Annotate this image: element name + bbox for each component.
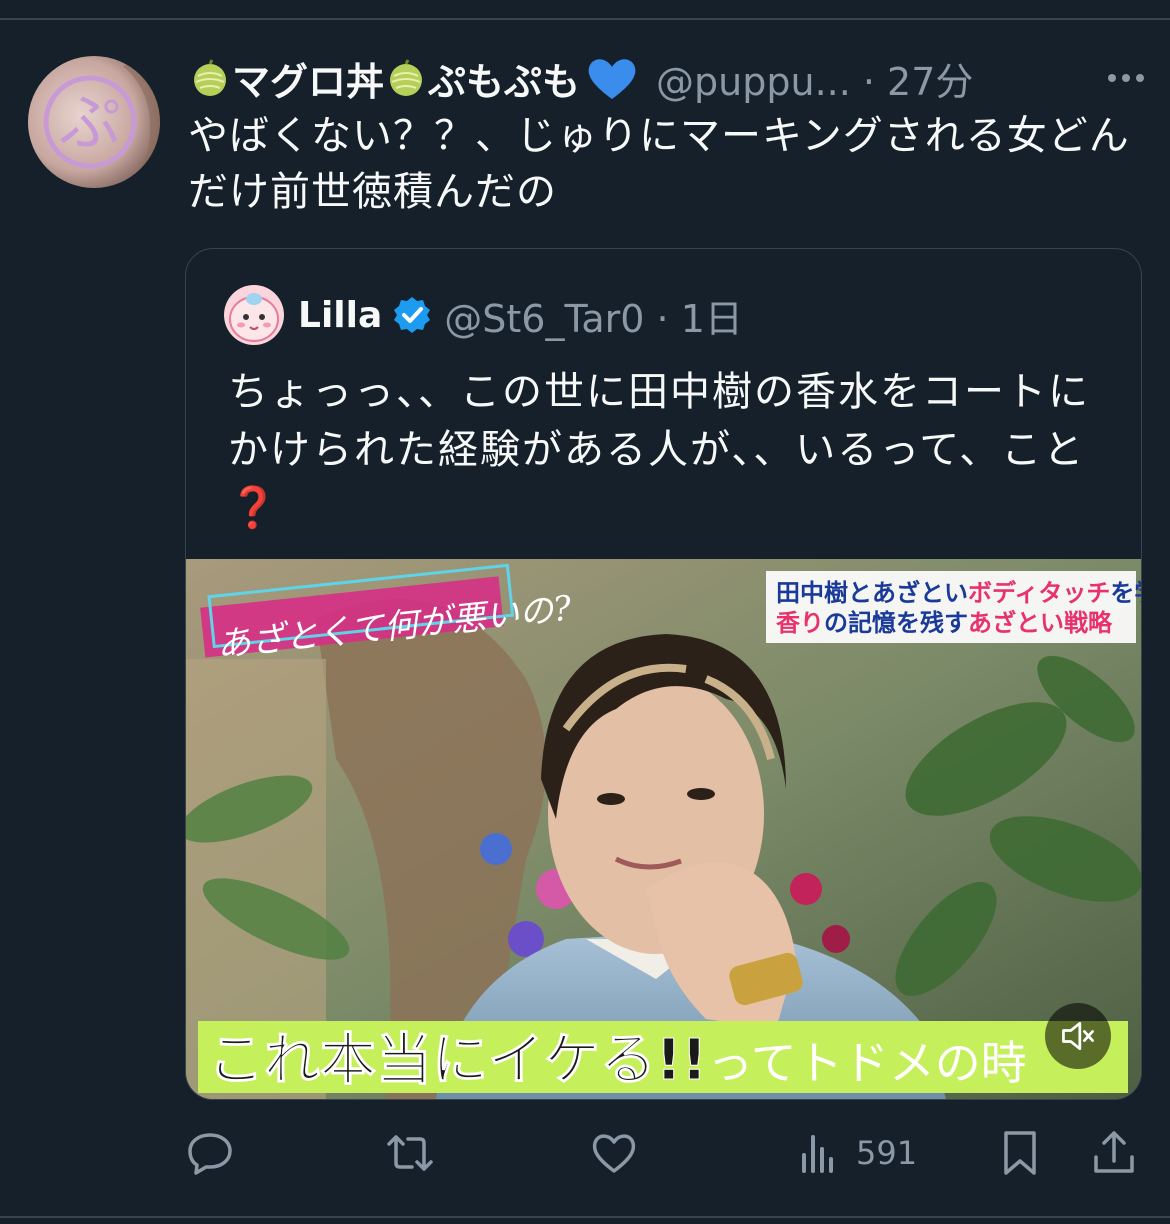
melon-icon <box>386 58 426 98</box>
quoted-video[interactable]: あざとくて何が悪いの? 田中樹とあざといボディタッチを学ぶ!! 香りの記憶を残す… <box>186 559 1141 1099</box>
muted-speaker-icon <box>1062 1021 1094 1051</box>
heart-icon <box>592 1134 636 1173</box>
quoted-header: Lilla @St6_Tar0 · 1日 <box>224 285 743 345</box>
quoted-handle-and-time[interactable]: @St6_Tar0 · 1日 <box>444 288 743 343</box>
more-options-icon[interactable] <box>1104 56 1148 100</box>
quoted-display-name[interactable]: Lilla <box>298 295 382 336</box>
tweet-text: やばくない？？、じゅりにマーキングされる女どんだけ前世徳積んだの <box>188 113 1130 215</box>
share-icon <box>1094 1131 1134 1173</box>
caption-text: とあざとい <box>848 579 968 607</box>
mute-button[interactable] <box>1045 1003 1111 1069</box>
top-divider <box>0 18 1170 20</box>
bottom-divider <box>0 1216 1170 1218</box>
handle-and-time[interactable]: @puppu... · 27分 <box>656 51 973 106</box>
tweet-actions: 591 <box>186 1122 1146 1186</box>
caption-highlight: 香り <box>776 609 824 637</box>
bookmark-button[interactable] <box>996 1128 1044 1178</box>
reply-icon <box>188 1133 232 1175</box>
verified-badge-icon <box>392 295 432 335</box>
views-chart-icon <box>802 1135 833 1173</box>
share-button[interactable] <box>1090 1128 1138 1178</box>
caption-text: の記憶を残す <box>824 609 968 637</box>
retweet-button[interactable] <box>386 1128 434 1178</box>
views-count: 591 <box>856 1134 918 1172</box>
author-avatar[interactable]: ぷ <box>28 56 160 188</box>
subtitle-main: これ本当にイケる!! <box>208 1028 707 1093</box>
caption-name: 田中樹 <box>776 579 848 607</box>
display-name[interactable]: マグロ丼 <box>232 51 384 106</box>
blue-heart-icon <box>586 55 638 101</box>
subtitle-rest: ってトドメの時 <box>707 1036 1027 1090</box>
melon-icon <box>190 58 230 98</box>
display-name-part-2[interactable]: ぷもぷも <box>428 51 580 106</box>
caption-text: を学ぶ!! <box>1110 579 1141 607</box>
svg-text:これ本当にイケる!!ってトドメの時: これ本当にイケる!!ってトドメの時 <box>208 1028 1027 1093</box>
caption-highlight: あざとい戦略 <box>968 609 1113 637</box>
tweet-header: マグロ丼 ぷもぷも @puppu... · 27分 <box>188 48 1148 108</box>
like-button[interactable] <box>590 1128 638 1178</box>
svg-text:ぷ: ぷ <box>59 86 121 159</box>
bookmark-icon <box>1004 1131 1036 1175</box>
svg-text:田中樹とあざといボディタッチを学ぶ!!: 田中樹とあざといボディタッチを学ぶ!! <box>776 579 1141 607</box>
retweet-icon <box>387 1135 433 1171</box>
quoted-avatar[interactable] <box>224 285 284 345</box>
quoted-text: ちょっっ、、この世に田中樹の香水をコートにかけられた経験がある人が、、いるって、… <box>228 369 1090 531</box>
quoted-tweet[interactable]: Lilla @St6_Tar0 · 1日 ちょっっ、、この世に田中樹の香水をコー… <box>185 248 1142 1100</box>
caption-highlight: ボディタッチ <box>968 579 1110 607</box>
red-question-mark-icon: ❓ <box>228 485 280 531</box>
svg-text:香りの記憶を残すあざとい戦略: 香りの記憶を残すあざとい戦略 <box>776 609 1113 637</box>
reply-button[interactable] <box>186 1128 234 1178</box>
views-button[interactable]: 591 <box>796 1128 917 1178</box>
